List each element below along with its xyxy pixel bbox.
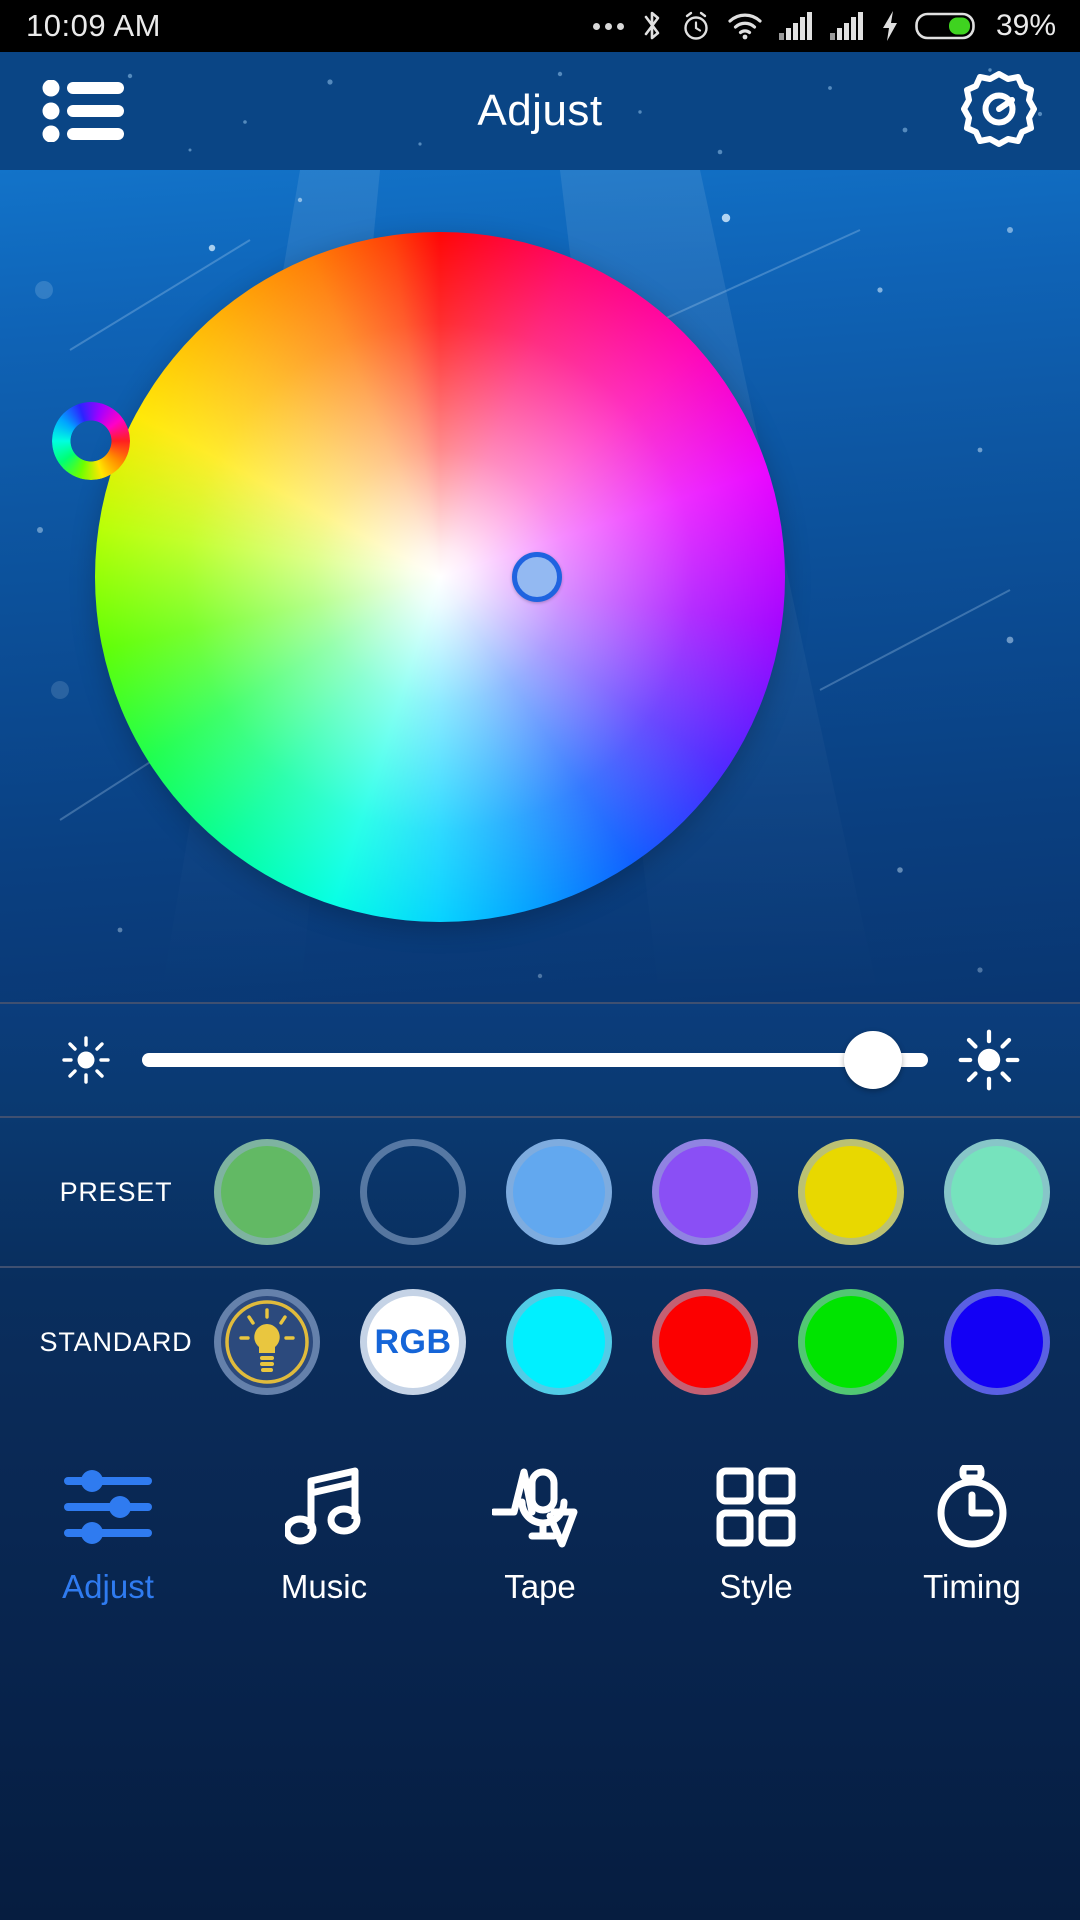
color-wheel-gradient[interactable] bbox=[95, 232, 785, 922]
battery-percent: 39% bbox=[995, 9, 1056, 42]
header-star-field bbox=[127, 68, 1043, 155]
music-note-icon bbox=[285, 1467, 363, 1546]
status-time: 10:09 AM bbox=[26, 8, 161, 43]
nav-label: Style bbox=[719, 1568, 793, 1605]
gear-icon bbox=[961, 70, 1037, 147]
standard-swatch-list: RGB bbox=[214, 1289, 1050, 1395]
signal-sim1-icon bbox=[778, 12, 812, 40]
color-wheel-icon[interactable] bbox=[52, 402, 130, 480]
list-menu-icon bbox=[42, 80, 124, 142]
status-icons: 39% bbox=[592, 9, 1056, 43]
app-header: Adjust bbox=[0, 52, 1080, 170]
brightness-slider-thumb[interactable] bbox=[843, 1031, 902, 1089]
preset-swatch-lightblue[interactable] bbox=[506, 1139, 612, 1245]
nav-item-timing[interactable]: Timing bbox=[864, 1465, 1080, 1606]
preset-swatch-purple[interactable] bbox=[652, 1139, 758, 1245]
status-bar: 10:09 AM 39% bbox=[0, 0, 1080, 52]
nav-item-music[interactable]: Music bbox=[216, 1467, 432, 1606]
brightness-high-icon bbox=[958, 1029, 1020, 1091]
standard-swatch-rgb[interactable]: RGB bbox=[360, 1289, 466, 1395]
bottom-navigation: Adjust Music Tape Style Timing bbox=[0, 1416, 1080, 1920]
color-picker-area bbox=[0, 170, 1080, 1002]
microphone-wave-icon bbox=[492, 1468, 588, 1548]
preset-label: PRESET bbox=[59, 1176, 173, 1207]
app-root: 10:09 AM 39% Adjust PRESET STANDARD RGB … bbox=[0, 0, 1080, 1920]
stopwatch-icon bbox=[937, 1465, 1007, 1548]
nav-item-tape[interactable]: Tape bbox=[432, 1468, 648, 1606]
nav-item-adjust[interactable]: Adjust bbox=[0, 1468, 216, 1606]
microphone-wave-icon bbox=[492, 1468, 578, 1548]
signal-sim2-icon bbox=[829, 12, 863, 40]
nav-label: Adjust bbox=[62, 1568, 154, 1605]
alarm-clock-icon bbox=[684, 11, 708, 40]
preset-swatch-mint[interactable] bbox=[944, 1139, 1050, 1245]
standard-swatch-blue[interactable] bbox=[944, 1289, 1050, 1395]
standard-row: STANDARD RGB bbox=[0, 1268, 1080, 1416]
battery-icon bbox=[915, 12, 975, 40]
color-wheel-selector[interactable] bbox=[511, 552, 562, 602]
standard-swatch-red[interactable] bbox=[652, 1289, 758, 1395]
preset-swatch-magenta[interactable] bbox=[360, 1139, 466, 1245]
preset-swatch-list bbox=[214, 1139, 1050, 1245]
bluetooth-icon bbox=[644, 11, 660, 40]
stopwatch-icon bbox=[932, 1465, 1012, 1548]
brightness-low-icon bbox=[62, 1036, 110, 1084]
charging-bolt-icon bbox=[882, 11, 897, 41]
brightness-control bbox=[0, 1004, 1080, 1116]
page-title: Adjust bbox=[477, 86, 603, 135]
nav-label: Tape bbox=[504, 1568, 576, 1605]
settings-button[interactable] bbox=[960, 70, 1038, 153]
grid-squares-icon bbox=[716, 1467, 796, 1547]
preset-swatch-green[interactable] bbox=[214, 1139, 320, 1245]
grid-squares-icon bbox=[716, 1467, 796, 1547]
sliders-icon bbox=[62, 1468, 154, 1546]
light-bulb-icon bbox=[225, 1300, 309, 1384]
standard-swatch-green[interactable] bbox=[798, 1289, 904, 1395]
nav-label: Music bbox=[280, 1568, 368, 1605]
brightness-slider[interactable] bbox=[142, 1031, 928, 1089]
music-note-icon bbox=[285, 1467, 361, 1545]
nav-label: Timing bbox=[923, 1568, 1021, 1605]
standard-swatch-warmwhite[interactable] bbox=[214, 1289, 320, 1395]
menu-button[interactable] bbox=[42, 80, 124, 142]
standard-label: STANDARD bbox=[39, 1326, 193, 1357]
more-dots-icon bbox=[592, 22, 624, 30]
sliders-icon bbox=[64, 1470, 152, 1544]
standard-swatch-cyan[interactable] bbox=[506, 1289, 612, 1395]
preset-row: PRESET bbox=[0, 1118, 1080, 1266]
rgb-label: RGB bbox=[374, 1322, 452, 1361]
wifi-icon bbox=[728, 13, 762, 40]
nav-item-style[interactable]: Style bbox=[648, 1467, 864, 1606]
preset-swatch-yellow[interactable] bbox=[798, 1139, 904, 1245]
color-wheel-picker[interactable] bbox=[95, 232, 785, 922]
